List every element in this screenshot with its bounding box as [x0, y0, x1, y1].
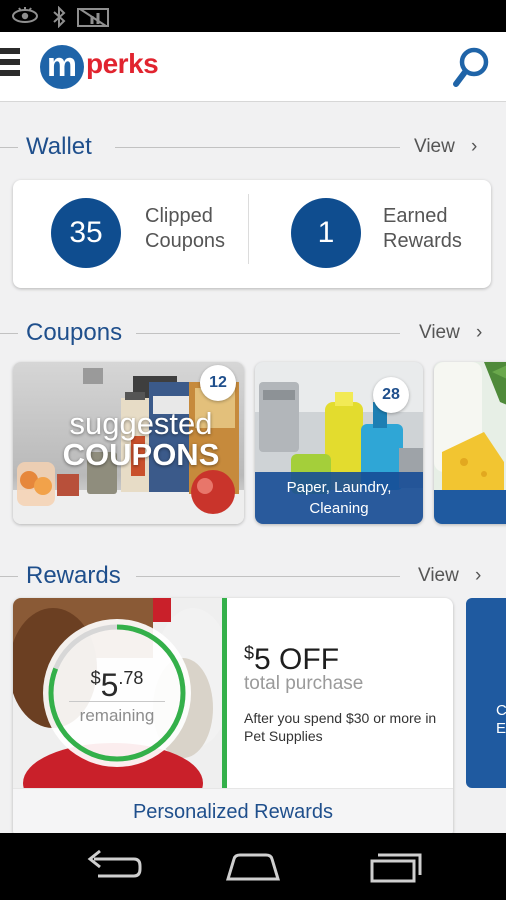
- recent-apps-icon[interactable]: [360, 847, 430, 887]
- earned-rewards-count[interactable]: 1: [291, 198, 361, 268]
- coupon-count-badge: 12: [200, 365, 236, 401]
- chevron-right-icon[interactable]: ›: [471, 131, 477, 163]
- home-icon[interactable]: [218, 847, 288, 887]
- search-icon[interactable]: [452, 46, 492, 90]
- system-nav-bar: [0, 833, 506, 900]
- offer-subtitle: total purchase: [244, 673, 364, 694]
- tile-caption: Paper, Laundry, Cleaning: [255, 472, 423, 524]
- dog-photo: $5.78 remaining: [13, 598, 222, 788]
- dairy-coupons-tile[interactable]: [434, 362, 506, 524]
- menu-icon[interactable]: [0, 48, 20, 82]
- coupons-section-header: Coupons View ›: [0, 317, 506, 349]
- offer-description: After you spend $30 or more in Pet Suppl…: [244, 710, 437, 744]
- suggested-coupons-tile[interactable]: suggested COUPONS 12: [13, 362, 244, 524]
- wallet-card: 35 Clipped Coupons 1 Earned Rewards: [13, 180, 491, 288]
- wallet-section-header: Wallet View ›: [0, 131, 506, 163]
- coupons-view-link[interactable]: View: [419, 317, 460, 349]
- no-signal-icon: [76, 6, 110, 33]
- personalized-rewards-link[interactable]: Personalized Rewards: [13, 788, 453, 838]
- chevron-right-icon[interactable]: ›: [475, 560, 481, 592]
- clipped-coupons-label[interactable]: Clipped Coupons: [145, 204, 225, 254]
- rewards-view-link[interactable]: View: [418, 560, 459, 592]
- remaining-amount: $5.78: [90, 667, 144, 703]
- eye-icon: [11, 6, 39, 31]
- dairy-photo: [434, 362, 506, 524]
- app-header: m perks: [0, 32, 506, 102]
- wallet-view-link[interactable]: View: [414, 131, 455, 163]
- coupon-count-badge: 28: [373, 377, 409, 413]
- rewards-section-header: Rewards View ›: [0, 560, 506, 592]
- paper-laundry-cleaning-tile[interactable]: 28 Paper, Laundry, Cleaning: [255, 362, 423, 524]
- bluetooth-icon: [52, 5, 66, 33]
- reward-accent-bar: [222, 598, 227, 788]
- coupons-title: Coupons: [26, 319, 123, 346]
- next-reward-card[interactable]: C E: [466, 598, 506, 788]
- back-icon[interactable]: [76, 847, 146, 887]
- remaining-progress-ring: $5.78 remaining: [43, 619, 191, 767]
- clipped-coupons-count[interactable]: 35: [51, 198, 121, 268]
- logo-letter: m: [40, 45, 84, 89]
- remaining-label: remaining: [79, 706, 155, 725]
- wallet-title: Wallet: [26, 133, 92, 160]
- chevron-right-icon[interactable]: ›: [476, 317, 482, 349]
- logo-text: perks: [86, 48, 159, 79]
- rewards-title: Rewards: [26, 562, 121, 589]
- reward-card[interactable]: $5.78 remaining $5 OFF total purchase Af…: [13, 598, 453, 838]
- status-bar: [0, 0, 506, 32]
- earned-rewards-label[interactable]: Earned Rewards: [383, 204, 462, 254]
- suggested-coupons-text: suggested COUPONS: [62, 406, 220, 472]
